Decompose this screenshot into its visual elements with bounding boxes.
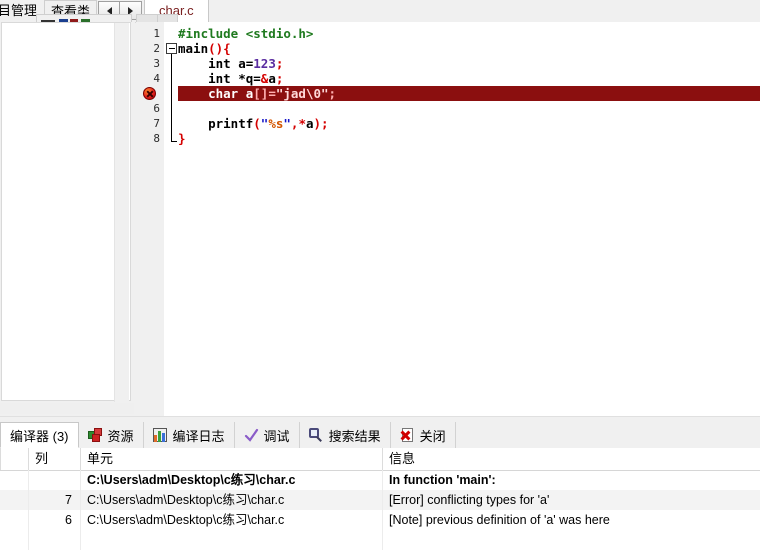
- line-number: 6: [153, 102, 160, 115]
- code-token: printf: [178, 116, 254, 131]
- code-token: }: [178, 131, 186, 146]
- results-cell: [Note] previous definition of 'a' was he…: [382, 510, 760, 530]
- project-tree[interactable]: [1, 22, 131, 402]
- results-cell: C:\Users\adm\Desktop\c练习\char.c: [80, 470, 382, 490]
- bottom-tab-label: 搜索结果: [328, 428, 381, 444]
- results-column-header[interactable]: 信息: [382, 448, 760, 470]
- code-line[interactable]: int a=123;: [178, 56, 283, 71]
- results-cell: 6: [28, 510, 80, 530]
- code-token: 123: [253, 56, 276, 71]
- bottom-tab-2[interactable]: 编译日志: [144, 422, 235, 448]
- error-marker-icon[interactable]: [143, 87, 156, 100]
- bottom-tab-label: 调试: [263, 428, 290, 444]
- line-number: 1: [153, 27, 160, 40]
- close-icon: [400, 427, 415, 443]
- code-token: ": [283, 116, 291, 131]
- results-row-empty: [0, 530, 760, 550]
- editor-fold-column[interactable]: [164, 22, 178, 416]
- results-cell-empty: [28, 530, 80, 550]
- bottom-tab-label: 资源: [107, 428, 134, 444]
- code-token: ;: [275, 71, 284, 86]
- results-cell: [Error] conflicting types for 'a': [382, 490, 760, 510]
- code-token: *: [298, 116, 306, 131]
- results-header-row: 列单元 信息: [0, 448, 760, 471]
- results-row[interactable]: 7 C:\Users\adm\Desktop\c练习\char.c [Error] …: [0, 490, 760, 510]
- project-browser-panel: [0, 22, 135, 416]
- line-number: 7: [153, 117, 160, 130]
- line-number: 2: [153, 42, 160, 55]
- editor-code-area[interactable]: #include <stdio.h> main(){ int a=123; int…: [178, 22, 760, 416]
- bottom-tab-label: 编译器 (3): [10, 428, 69, 444]
- results-cell: In function 'main':: [382, 470, 760, 490]
- bottom-tab-3[interactable]: 调试: [235, 422, 300, 448]
- code-line[interactable]: main(){: [178, 41, 231, 56]
- code-token: a: [268, 71, 276, 86]
- code-token: "jad\0": [275, 86, 329, 101]
- resource-icon: [87, 427, 103, 443]
- bottom-tab-label: 编译日志: [172, 428, 225, 444]
- bottom-tab-1[interactable]: 资源: [79, 422, 144, 448]
- line-number: 4: [153, 72, 160, 85]
- code-editor[interactable]: 1234678 #include <stdio.h> main(){ int a=…: [136, 22, 760, 416]
- compiler-results-table[interactable]: 列单元 信息 C:\Users\adm\Desktop\c练习\char.c In …: [0, 448, 760, 550]
- results-cell: [0, 470, 28, 490]
- panel-resize-grip[interactable]: [0, 403, 134, 414]
- ide-window: 目管理 查看类 char.c 1234678 #include <stdio.h…: [0, 0, 760, 550]
- results-cell-empty: [80, 530, 382, 550]
- results-cell: [28, 470, 80, 490]
- bottom-tab-5[interactable]: 关闭: [391, 422, 456, 448]
- code-line-error[interactable]: char a[]="jad\0";: [178, 86, 760, 101]
- code-token: a=: [230, 56, 254, 71]
- results-cell: [0, 510, 28, 530]
- results-row[interactable]: 6 C:\Users\adm\Desktop\c练习\char.c [Note] p…: [0, 510, 760, 530]
- code-token: ;: [275, 56, 284, 71]
- code-line[interactable]: printf("%s",*a);: [178, 116, 329, 131]
- bar-chart-icon: [152, 427, 168, 443]
- code-token: (){: [208, 41, 231, 56]
- code-token: *q=: [230, 71, 261, 86]
- fold-guide-line: [171, 54, 172, 141]
- code-line[interactable]: [178, 101, 186, 116]
- line-number: 3: [153, 57, 160, 70]
- code-token: ;: [328, 86, 337, 101]
- bottom-tab-0[interactable]: 编译器 (3): [0, 422, 79, 448]
- bottom-tab-4[interactable]: 搜索结果: [300, 422, 391, 448]
- code-token: []=: [253, 86, 276, 101]
- bottom-panel: 编译器 (3) 资源 编译日志 调试 搜索结果 关闭 列单元 信息 C:\Users\adm…: [0, 422, 760, 550]
- results-cell: 7: [28, 490, 80, 510]
- collapse-minus-icon[interactable]: [166, 43, 177, 54]
- line-number: 8: [153, 132, 160, 145]
- code-line[interactable]: }: [178, 131, 186, 146]
- results-row[interactable]: C:\Users\adm\Desktop\c练习\char.c In functi…: [0, 470, 760, 490]
- bottom-tab-bar: 编译器 (3) 资源 编译日志 调试 搜索结果 关闭: [0, 422, 760, 449]
- code-token: );: [313, 116, 329, 131]
- code-token: a: [238, 86, 254, 101]
- code-token: char: [178, 86, 239, 101]
- code-token: main: [178, 41, 209, 56]
- results-column-header[interactable]: [0, 448, 28, 470]
- fold-guide-end: [171, 141, 177, 142]
- code-token: #include <stdio.h>: [178, 26, 314, 41]
- project-tree-scrollbar[interactable]: [114, 23, 129, 402]
- code-line[interactable]: int *q=&a;: [178, 71, 283, 86]
- code-token: %s: [268, 116, 284, 131]
- editor-gutter: 1 2 3 4 6 7 8: [136, 22, 164, 416]
- bottom-tab-label: 关闭: [419, 428, 446, 444]
- results-cell: C:\Users\adm\Desktop\c练习\char.c: [80, 510, 382, 530]
- search-icon: [308, 427, 324, 443]
- results-cell-empty: [382, 530, 760, 550]
- code-token: int: [178, 71, 231, 86]
- code-token: int: [178, 56, 231, 71]
- results-cell-empty: [0, 530, 28, 550]
- code-line[interactable]: #include <stdio.h>: [178, 26, 313, 41]
- code-token: a: [305, 116, 314, 131]
- results-column-header[interactable]: 列: [28, 448, 80, 470]
- results-cell: C:\Users\adm\Desktop\c练习\char.c: [80, 490, 382, 510]
- check-icon: [244, 428, 259, 443]
- code-token: (: [253, 116, 261, 131]
- results-column-header[interactable]: 单元: [80, 448, 382, 470]
- results-cell: [0, 490, 28, 510]
